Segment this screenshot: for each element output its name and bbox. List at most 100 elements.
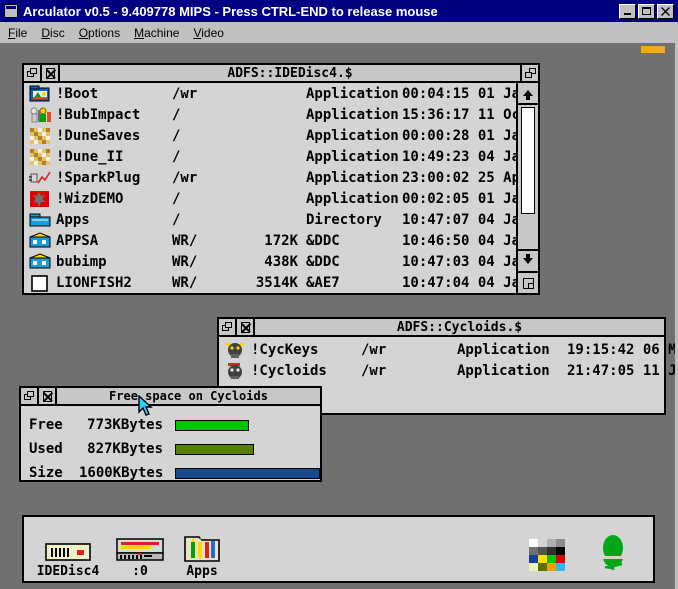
file-type: Directory <box>306 212 402 228</box>
menu-file[interactable]: File <box>8 26 27 40</box>
icon-bar[interactable]: IDEDisc4 :0 <box>22 515 655 583</box>
table-row[interactable]: !Dune_II / Application 10:49:23 04 Jan 2… <box>24 146 516 167</box>
table-row[interactable]: !Boot /wr Application 00:04:15 01 Jan 19… <box>24 83 516 104</box>
palette-icon <box>515 539 579 573</box>
iconbar-item-palette[interactable] <box>515 539 579 573</box>
file-attributes: WR/ <box>172 275 232 291</box>
free-space-row-size: Size 1600KBytes <box>21 461 320 485</box>
riscos-desktop[interactable]: ADFS::IDEDisc4.$ ! <box>0 43 678 589</box>
scroll-down-arrow-icon[interactable] <box>518 249 538 271</box>
file-name: !SparkPlug <box>56 170 172 186</box>
close-icon[interactable] <box>39 388 57 404</box>
menu-disc[interactable]: Disc <box>41 26 64 40</box>
vertical-scrollbar[interactable] <box>516 83 538 293</box>
free-space-row-free: Free 773KBytes <box>21 413 320 437</box>
used-label: Used <box>21 441 79 457</box>
cycloids-file-list[interactable]: !CycKeys /wr Application 19:15:42 06 Mar <box>219 337 664 381</box>
file-type: Application <box>306 191 402 207</box>
file-date: 19:15:42 06 Mar <box>567 342 678 358</box>
cyckeys-app-icon <box>224 341 246 359</box>
table-row[interactable]: APPSA WR/ 172K &DDC 10:46:50 04 Jan 2002 <box>24 230 516 251</box>
file-list[interactable]: !Boot /wr Application 00:04:15 01 Jan 19… <box>24 83 516 293</box>
minimize-button[interactable] <box>619 4 636 19</box>
file-attributes: /wr <box>172 86 232 102</box>
file-attributes: / <box>172 212 232 228</box>
iconbar-item-idedisc4[interactable]: IDEDisc4 <box>36 530 100 579</box>
scrollbar-track[interactable] <box>518 105 538 249</box>
file-name: APPSA <box>56 233 172 249</box>
menu-options[interactable]: Options <box>79 26 120 40</box>
file-attributes: / <box>172 128 232 144</box>
table-row[interactable]: LIONFISH2 WR/ 3514K &AE7 10:47:04 04 Jan… <box>24 272 516 293</box>
application-window: Arculator v0.5 - 9.409778 MIPS - Press C… <box>0 0 678 589</box>
floppy-drive-icon <box>108 530 172 564</box>
resize-handle-icon[interactable] <box>518 271 538 293</box>
bubimpact-app-icon <box>29 106 51 124</box>
file-attributes: /wr <box>361 363 457 379</box>
close-icon[interactable] <box>42 65 60 81</box>
toggle-size-icon[interactable] <box>520 65 538 81</box>
file-name: !CycKeys <box>251 342 361 358</box>
file-date: 00:00:28 01 Jan 1900 <box>402 128 516 144</box>
file-attributes: / <box>172 107 232 123</box>
file-type: Application <box>306 86 402 102</box>
file-type: &DDC <box>306 254 402 270</box>
file-date: 10:47:07 04 Jan 2002 <box>402 212 516 228</box>
iconbar-item-acorn[interactable] <box>581 539 645 573</box>
free-space-dialog[interactable]: Free space on Cycloids Free 773KBytes Us… <box>19 386 322 482</box>
file-date: 10:46:50 04 Jan 2002 <box>402 233 516 249</box>
file-name: !Boot <box>56 86 172 102</box>
used-bar <box>175 444 254 455</box>
file-type: Application <box>306 170 402 186</box>
menu-video[interactable]: Video <box>193 26 223 40</box>
file-attributes: WR/ <box>172 233 232 249</box>
table-row[interactable]: !Cycloids /wr Application 21:47:05 11 Ja… <box>219 360 664 381</box>
apps-folder-icon <box>170 530 234 564</box>
file-size: 3514K <box>232 275 306 291</box>
cycloids-titlebar[interactable]: ADFS::Cycloids.$ <box>219 319 664 337</box>
back-icon[interactable] <box>219 319 237 335</box>
scroll-up-arrow-icon[interactable] <box>518 83 538 105</box>
file-name: bubimp <box>56 254 172 270</box>
size-bar <box>175 468 320 479</box>
idedisc-drive-icon <box>36 530 100 564</box>
table-row[interactable]: !SparkPlug /wr Application 23:00:02 25 A… <box>24 167 516 188</box>
table-row[interactable]: bubimp WR/ 438K &DDC 10:47:03 04 Jan 200… <box>24 251 516 272</box>
table-row[interactable]: !WizDEMO / Application 00:02:05 01 Jan 1… <box>24 188 516 209</box>
filer-window-idedisc4[interactable]: ADFS::IDEDisc4.$ ! <box>22 63 540 295</box>
file-name: LIONFISH2 <box>56 275 172 291</box>
file-date: 15:36:17 11 Oct 1921 <box>402 107 516 123</box>
file-type: Application <box>457 363 567 379</box>
file-type: &DDC <box>306 233 402 249</box>
acorn-logo-icon <box>581 539 645 573</box>
file-name: !WizDEMO <box>56 191 172 207</box>
free-label: Free <box>21 417 79 433</box>
archive-icon <box>29 232 51 250</box>
window-menu-icon[interactable] <box>4 4 18 18</box>
table-row[interactable]: !DuneSaves / Application 00:00:28 01 Jan… <box>24 125 516 146</box>
back-icon[interactable] <box>21 388 39 404</box>
iconbar-label: Apps <box>170 564 234 579</box>
table-row[interactable]: Apps / Directory 10:47:07 04 Jan 2002 <box>24 209 516 230</box>
menu-machine[interactable]: Machine <box>134 26 179 40</box>
iconbar-item-apps[interactable]: Apps <box>170 530 234 579</box>
table-row[interactable]: !BubImpact / Application 15:36:17 11 Oct… <box>24 104 516 125</box>
cycloids-window-title: ADFS::Cycloids.$ <box>255 319 664 335</box>
table-row[interactable]: !CycKeys /wr Application 19:15:42 06 Mar <box>219 339 664 360</box>
file-date: 23:00:02 25 Apr 2005 <box>402 170 516 186</box>
desktop-accent-blob <box>641 46 665 53</box>
maximize-button[interactable] <box>638 4 655 19</box>
close-button[interactable] <box>657 4 674 19</box>
size-value: 1600KBytes <box>79 465 163 481</box>
close-icon[interactable] <box>237 319 255 335</box>
unknown-file-icon <box>29 274 51 292</box>
filer-titlebar[interactable]: ADFS::IDEDisc4.$ <box>24 65 538 83</box>
iconbar-item-floppy[interactable]: :0 <box>108 530 172 579</box>
free-space-titlebar[interactable]: Free space on Cycloids <box>21 388 320 406</box>
file-date: 10:47:04 04 Jan 2002 <box>402 275 516 291</box>
file-type: Application <box>306 107 402 123</box>
file-type: Application <box>306 128 402 144</box>
file-attributes: / <box>172 191 232 207</box>
scrollbar-thumb[interactable] <box>521 107 535 214</box>
back-icon[interactable] <box>24 65 42 81</box>
